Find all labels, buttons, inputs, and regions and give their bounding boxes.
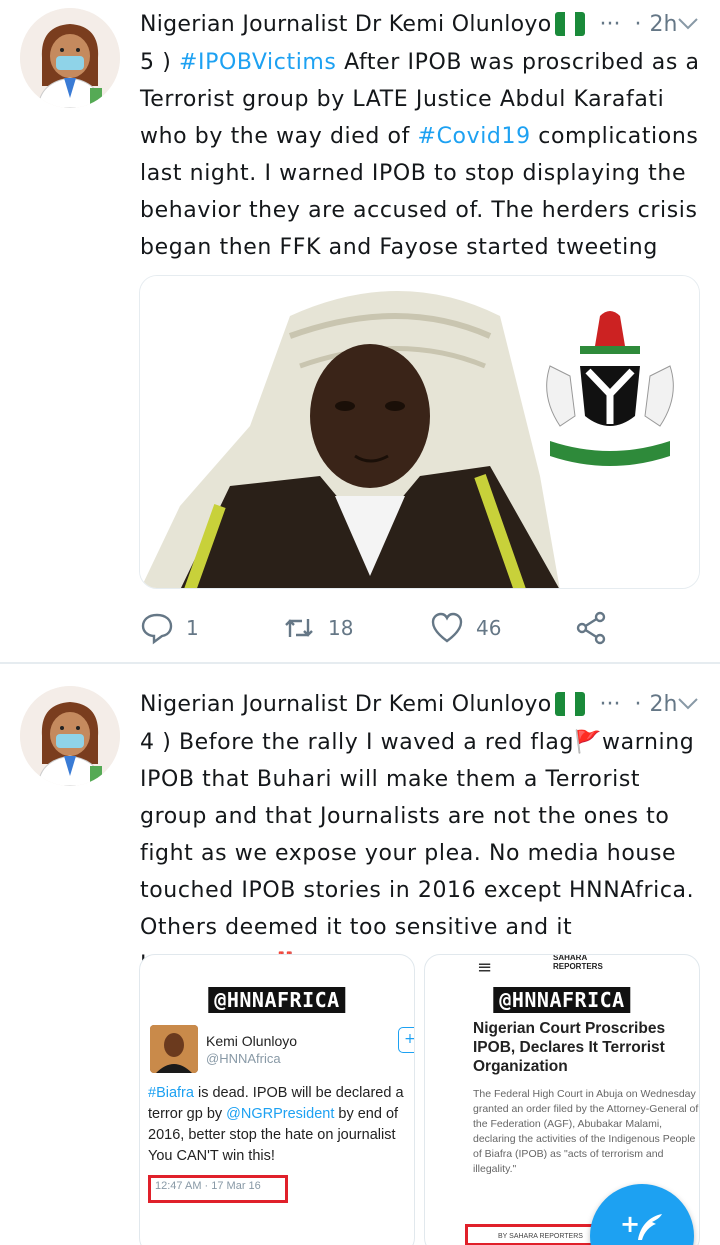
- embedded-link: @NGRPresident: [226, 1106, 335, 1122]
- tweet-text: 4 ) Before the rally I waved a red flag🚩…: [140, 730, 695, 977]
- more-dots: ···: [599, 691, 621, 717]
- embedded-text: by end of: [334, 1106, 399, 1122]
- tweet-text: 5 ) #IPOBVictims After IPOB was proscrib…: [140, 44, 700, 266]
- hashtag-link[interactable]: #IPOBVictims: [179, 50, 337, 75]
- embedded-text: You CAN'T win this!: [148, 1148, 275, 1164]
- reply-count: 1: [186, 616, 199, 640]
- sahara-reporters-logo: SAHARA REPORTERS: [553, 954, 603, 971]
- tweet-image-left[interactable]: @HNNAFRICA Kemi Olunloyo @HNNAfrica + #B…: [139, 954, 415, 1245]
- timestamp[interactable]: 2h: [649, 692, 677, 717]
- tweet[interactable]: Nigerian Journalist Dr Kemi Olunloyo ···…: [0, 664, 720, 1245]
- chevron-down-icon[interactable]: [676, 12, 700, 36]
- follow-button: +: [398, 1027, 414, 1053]
- more-dots: ···: [599, 11, 621, 37]
- profile-photo: [150, 1025, 198, 1073]
- like-button[interactable]: 46: [430, 608, 501, 648]
- embedded-author-name: Kemi Olunloyo: [206, 1033, 298, 1049]
- chevron-down-icon[interactable]: [676, 692, 700, 716]
- tweet-header: Nigerian Journalist Dr Kemi Olunloyo ···…: [140, 4, 710, 44]
- share-button[interactable]: [574, 608, 608, 648]
- heart-icon: [431, 612, 463, 643]
- menu-icon: ≡: [477, 957, 493, 978]
- tweet-text-segment: 5 ): [140, 50, 179, 75]
- embedded-text-line: terror gp by @NGRPresident by end of: [148, 1104, 414, 1125]
- tweet-header: Nigerian Journalist Dr Kemi Olunloyo ···…: [140, 684, 710, 724]
- hashtag-link[interactable]: #Covid19: [418, 124, 531, 149]
- embedded-text-line: #Biafra is dead. IPOB will be declared a: [148, 1083, 414, 1104]
- reply-icon: [141, 613, 173, 645]
- author-name[interactable]: Nigerian Journalist Dr Kemi Olunloyo: [140, 692, 551, 717]
- like-count: 46: [476, 616, 502, 640]
- nigeria-flag-icon: [555, 692, 586, 716]
- embedded-link: #Biafra: [148, 1085, 194, 1101]
- timestamp[interactable]: 2h: [649, 12, 677, 37]
- watermark: @HNNAFRICA: [208, 987, 346, 1013]
- embedded-text-line: You CAN'T win this!: [148, 1146, 414, 1167]
- avatar[interactable]: [20, 8, 120, 108]
- article-body: The Federal High Court in Abuja on Wedne…: [473, 1088, 699, 1175]
- feather-icon: [638, 1214, 662, 1240]
- tweet[interactable]: Nigerian Journalist Dr Kemi Olunloyo ···…: [0, 0, 720, 663]
- embedded-text-line: 2016, better stop the hate on journalist: [148, 1125, 414, 1146]
- author-name[interactable]: Nigerian Journalist Dr Kemi Olunloyo: [140, 12, 551, 37]
- embedded-tweet-date: 12:47 AM · 17 Mar 16: [148, 1175, 288, 1203]
- retweet-count: 18: [328, 616, 354, 640]
- separator-dot: ·: [634, 11, 642, 37]
- retweet-icon: [285, 619, 313, 637]
- avatar[interactable]: [20, 686, 120, 786]
- separator-dot: ·: [634, 691, 642, 717]
- tweet-image[interactable]: [139, 275, 700, 589]
- embedded-text: terror gp by: [148, 1106, 227, 1122]
- watermark: @HNNAFRICA: [493, 987, 631, 1013]
- article-byline: BY SAHARA REPORTERS: [465, 1224, 595, 1245]
- reply-button[interactable]: 1: [140, 608, 199, 648]
- tweet-actions: 1 18 46: [140, 608, 620, 648]
- embedded-text: is dead. IPOB will be declared a: [193, 1085, 404, 1101]
- share-icon: [576, 611, 606, 645]
- nigeria-flag-icon: [555, 12, 586, 36]
- embedded-text: 2016, better stop the hate on journalist: [148, 1127, 396, 1143]
- retweet-button[interactable]: 18: [282, 608, 353, 648]
- embedded-author-handle: @HNNAfrica: [206, 1051, 281, 1066]
- article-headline: Nigerian Court Proscribes IPOB, Declares…: [473, 1020, 666, 1075]
- embedded-tweet-text: #Biafra is dead. IPOB will be declared a…: [148, 1083, 414, 1167]
